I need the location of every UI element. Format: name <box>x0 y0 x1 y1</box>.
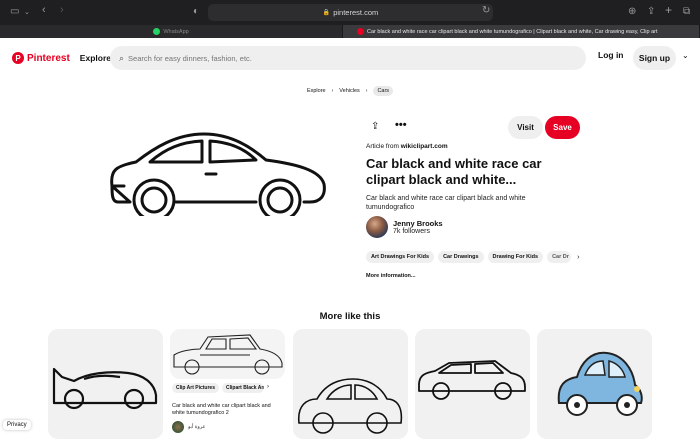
card-author[interactable]: عروة أبو <box>188 424 206 430</box>
breadcrumb-cars[interactable]: Cars <box>373 86 394 96</box>
breadcrumb-vehicles[interactable]: Vehicles <box>339 88 360 94</box>
chevron-down-icon[interactable]: ⌄ <box>682 51 689 60</box>
source-prefix: Article from <box>366 143 399 150</box>
hatchback-car-image <box>418 360 526 400</box>
grid-pin-1[interactable] <box>48 329 163 439</box>
share-icon[interactable]: ⇪ <box>371 121 379 132</box>
whatsapp-icon <box>153 28 161 35</box>
race-car-image <box>52 367 158 410</box>
signup-button[interactable]: Sign up <box>633 46 676 70</box>
visit-button[interactable]: Visit <box>508 116 543 139</box>
back-icon[interactable]: ‹ <box>42 4 46 16</box>
grid-pin-2[interactable]: Clip Art Pictures Clipart Black An › Car… <box>170 329 285 439</box>
address-bar[interactable]: 🔒 pinterest.com <box>208 4 493 21</box>
source-link[interactable]: wikiclipart.com <box>401 143 448 150</box>
download-icon[interactable]: ⊕ <box>628 6 636 17</box>
tab-overview-icon[interactable]: ⧉ <box>683 6 690 17</box>
more-information-link[interactable]: More information... <box>366 273 416 279</box>
related-chips: Art Drawings For Kids Car Drawings Drawi… <box>366 251 579 263</box>
beetle-car-image <box>297 378 403 434</box>
grid-pin-3[interactable] <box>293 329 408 439</box>
cartoon-car-image <box>557 351 643 416</box>
grid-pin-4[interactable] <box>415 329 530 439</box>
pin-title: Car black and white race car clipart bla… <box>366 156 542 187</box>
pin-actions: ⇪ ••• Visit Save <box>366 116 580 140</box>
chevron-right-icon: › <box>331 88 334 94</box>
pin-source: Article from wikiclipart.com <box>366 143 448 150</box>
explore-link[interactable]: Explore <box>80 53 111 63</box>
url-text: pinterest.com <box>333 8 379 17</box>
pin-description: Car black and white race car clipart bla… <box>366 195 526 211</box>
grid-pin-5[interactable] <box>537 329 652 439</box>
chip-art-drawings[interactable]: Art Drawings For Kids <box>366 251 435 263</box>
chevron-right-icon: › <box>365 88 368 94</box>
breadcrumb: Explore › Vehicles › Cars <box>0 86 700 96</box>
sidebar-icon[interactable]: ▭ <box>10 6 19 17</box>
tab-label: WhatsApp <box>163 28 189 35</box>
search-input[interactable] <box>128 53 529 63</box>
chevron-down-icon[interactable]: ⌄ <box>24 8 30 16</box>
chip-car-drawings[interactable]: Car Drawings <box>438 251 484 263</box>
pin-image[interactable] <box>106 126 336 216</box>
tab-bar: WhatsApp Car black and white race car cl… <box>0 25 700 38</box>
vintage-car-image <box>170 329 285 379</box>
forward-icon[interactable]: › <box>60 4 64 16</box>
author-name[interactable]: Jenny Brooks <box>393 219 443 228</box>
more-options-icon[interactable]: ••• <box>395 119 407 131</box>
logo-text: Pinterest <box>27 52 70 64</box>
chip-clipart-black[interactable]: Clipart Black An <box>222 383 264 393</box>
pinterest-favicon-icon <box>357 28 364 35</box>
share-icon[interactable]: ⇪ <box>647 6 655 17</box>
reload-icon[interactable]: ↻ <box>482 5 490 16</box>
tab-pinterest[interactable]: Car black and white race car clipart bla… <box>343 25 700 38</box>
more-like-heading: More like this <box>319 311 381 322</box>
avatar[interactable] <box>366 216 388 238</box>
browser-toolbar: ▭ ⌄ ‹ › ◐ 🔒 pinterest.com ↻ ⊕ ⇪ + ⧉ <box>0 0 700 25</box>
pinterest-logo-icon: P <box>12 52 24 64</box>
tab-whatsapp[interactable]: WhatsApp <box>0 25 343 38</box>
chip-clip-art-pictures[interactable]: Clip Art Pictures <box>172 383 219 393</box>
save-button[interactable]: Save <box>545 116 580 139</box>
chevron-right-icon[interactable]: › <box>577 254 579 261</box>
avatar[interactable] <box>172 421 184 433</box>
breadcrumb-explore[interactable]: Explore <box>307 88 326 94</box>
card-title[interactable]: Car black and white car clipart black an… <box>172 403 282 417</box>
chevron-right-icon[interactable]: › <box>267 384 269 393</box>
site-header: P Pinterest Explore ⌕ Log in Sign up ⌄ <box>0 38 700 78</box>
pin-author[interactable]: Jenny Brooks 7k followers <box>366 216 443 238</box>
tab-label: Car black and white race car clipart bla… <box>367 28 658 35</box>
author-followers: 7k followers <box>393 228 430 235</box>
chip-drawing-for-kids[interactable]: Drawing For Kids <box>487 251 544 263</box>
search-icon: ⌕ <box>119 52 125 63</box>
login-button[interactable]: Log in <box>598 50 624 60</box>
shield-icon[interactable]: ◐ <box>193 6 199 17</box>
chip-car-dr[interactable]: Car Dr <box>547 251 572 263</box>
privacy-link[interactable]: Privacy <box>3 420 31 430</box>
lock-icon: 🔒 <box>322 10 331 16</box>
search-bar[interactable]: ⌕ <box>110 46 586 70</box>
new-tab-icon[interactable]: + <box>665 3 672 17</box>
card-chips: Clip Art Pictures Clipart Black An › <box>172 383 269 393</box>
pinterest-logo[interactable]: P Pinterest <box>12 52 70 64</box>
